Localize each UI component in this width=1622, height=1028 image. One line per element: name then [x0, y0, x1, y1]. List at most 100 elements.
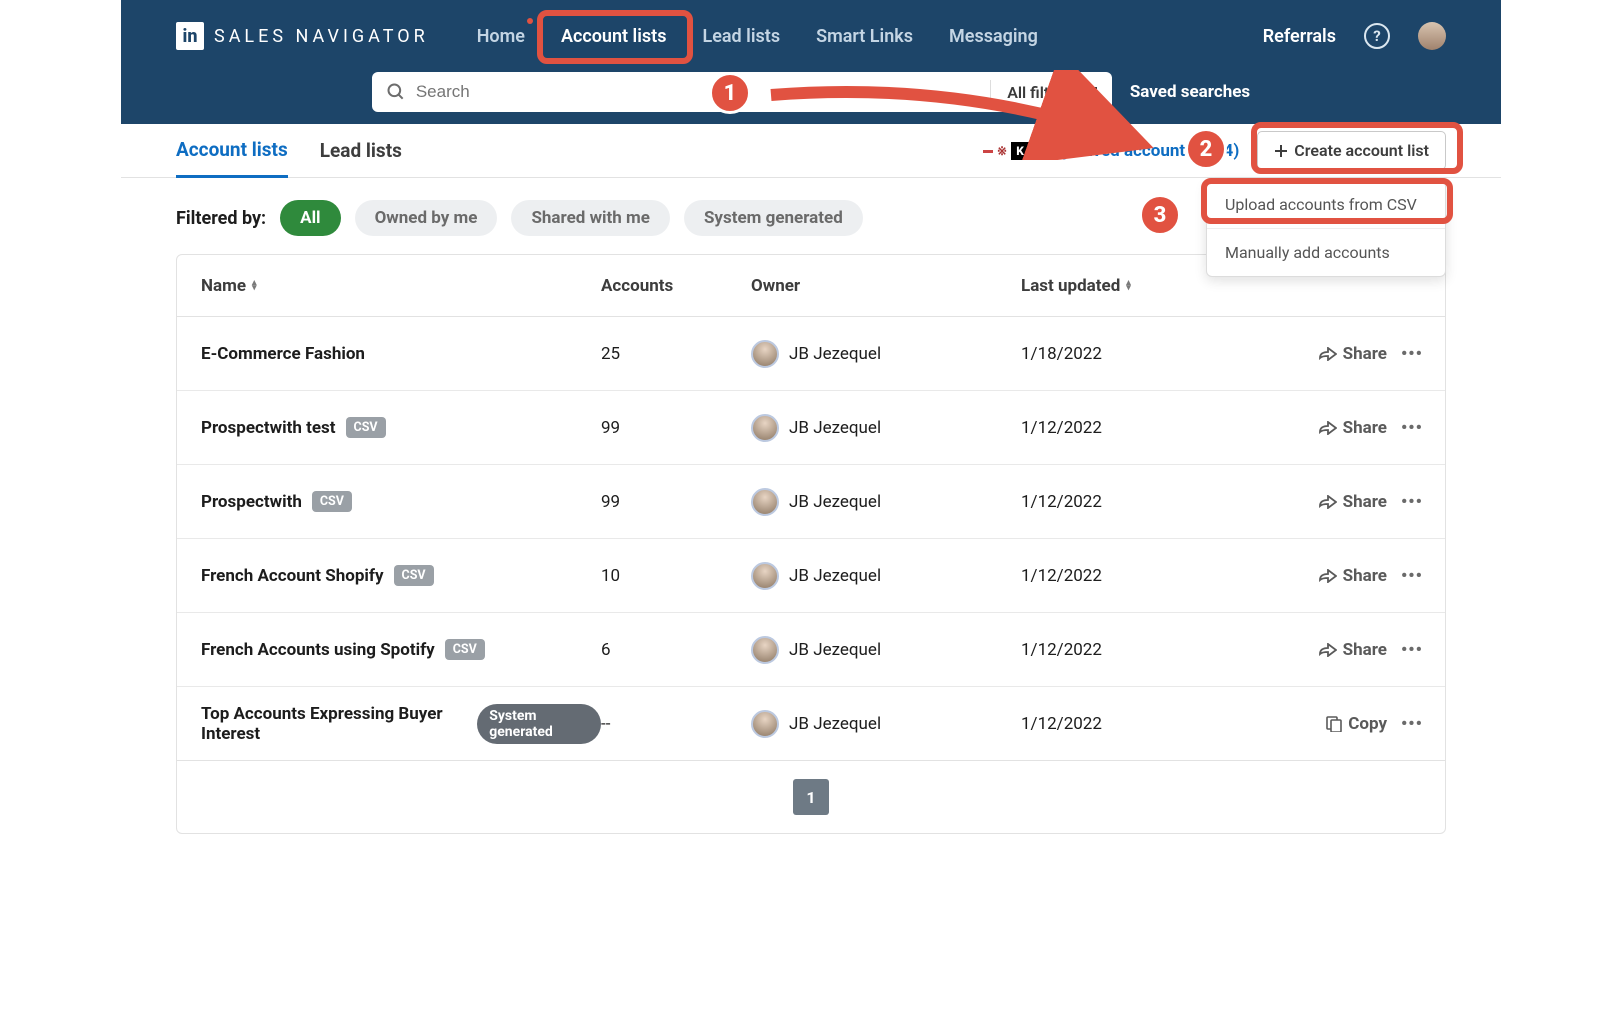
filter-chip-system[interactable]: System generated [684, 200, 863, 236]
logo-text: SALES NAVIGATOR [214, 26, 429, 47]
nav-home[interactable]: Home [459, 4, 543, 69]
owner-name: JB Jezequel [789, 566, 881, 586]
copy-button[interactable]: Copy [1326, 714, 1387, 734]
share-icon [1319, 569, 1337, 583]
csv-badge: CSV [346, 417, 386, 438]
filter-chip-shared[interactable]: Shared with me [511, 200, 670, 236]
owner-name: JB Jezequel [789, 344, 881, 364]
nav-lead-lists[interactable]: Lead lists [684, 4, 798, 69]
more-actions-button[interactable]: ••• [1401, 344, 1421, 364]
share-icon [1319, 347, 1337, 361]
list-name-cell[interactable]: ProspectwithCSV [201, 491, 601, 512]
page-1-button[interactable]: 1 [793, 779, 829, 815]
owner-name: JB Jezequel [789, 418, 881, 438]
all-filters-button[interactable]: All filters [990, 80, 1098, 104]
sort-icon: ▴▾ [252, 281, 257, 291]
dropdown-manual-add[interactable]: Manually add accounts [1207, 229, 1445, 276]
owner-name: JB Jezequel [789, 714, 881, 734]
accounts-count: 99 [601, 418, 751, 438]
col-name[interactable]: Name▴▾ [201, 276, 601, 296]
help-icon[interactable]: ? [1364, 23, 1390, 49]
table-row[interactable]: Prospectwith test CSV 99 JB Jezequel 1/12/20… [177, 391, 1445, 465]
col-last-updated[interactable]: Last updated▴▾ [1021, 276, 1251, 296]
actions-cell: Share ••• [1251, 344, 1421, 364]
primary-nav: Home Account lists Lead lists Smart Link… [459, 4, 1056, 69]
list-name: E-Commerce Fashion [201, 344, 365, 364]
list-name-cell[interactable]: Top Accounts Expressing Buyer InterestSy… [201, 704, 601, 744]
csv-badge: CSV [445, 639, 485, 660]
share-icon [1319, 421, 1337, 435]
owner-cell: JB Jezequel [751, 636, 1021, 664]
share-button[interactable]: Share [1319, 344, 1387, 364]
filter-chip-owned[interactable]: Owned by me [355, 200, 498, 236]
table-row[interactable]: French Account ShopifyCSV10 JB Jezequel 1/… [177, 539, 1445, 613]
create-account-list-button[interactable]: Create account list [1257, 131, 1446, 170]
share-button[interactable]: Share [1319, 566, 1387, 586]
share-button[interactable]: Share [1319, 492, 1387, 512]
dropdown-upload-csv[interactable]: Upload accounts from CSV [1207, 181, 1445, 229]
last-updated: 1/12/2022 [1021, 492, 1251, 512]
list-name-cell[interactable]: French Account ShopifyCSV [201, 565, 601, 586]
table-row[interactable]: French Accounts using SpotifyCSV6JB Jeze… [177, 613, 1445, 687]
nav-messaging[interactable]: Messaging [931, 4, 1056, 69]
filter-label: Filtered by: [176, 208, 266, 229]
filter-icon [1080, 85, 1098, 99]
accounts-count: 25 [601, 344, 751, 364]
search-icon [386, 82, 406, 102]
col-accounts: Accounts [601, 276, 751, 296]
actions-cell: Share ••• [1251, 418, 1421, 438]
sort-icon: ▴▾ [1126, 281, 1131, 291]
notification-dot-icon [527, 18, 533, 24]
list-name-cell[interactable]: E-Commerce Fashion [201, 344, 601, 364]
create-list-dropdown: Upload accounts from CSV Manually add ac… [1206, 180, 1446, 277]
list-name: Prospectwith test [201, 418, 336, 438]
owner-avatar [751, 488, 779, 516]
filter-chip-all[interactable]: All [280, 200, 340, 236]
account-thumbnails: ▬ ※ K [983, 142, 1029, 160]
list-name: French Accounts using Spotify [201, 640, 435, 660]
subtab-account-lists[interactable]: Account lists [176, 124, 288, 178]
search-input[interactable] [416, 82, 990, 102]
accounts-count: 10 [601, 566, 751, 586]
nav-referrals[interactable]: Referrals [1263, 26, 1336, 47]
brand-logo: in SALES NAVIGATOR [176, 22, 429, 50]
share-button[interactable]: Share [1319, 418, 1387, 438]
owner-name: JB Jezequel [789, 492, 881, 512]
owner-name: JB Jezequel [789, 640, 881, 660]
list-name-cell[interactable]: French Accounts using Spotify CSV [201, 639, 601, 660]
more-actions-button[interactable]: ••• [1401, 418, 1421, 438]
nav-smart-links[interactable]: Smart Links [798, 4, 931, 69]
owner-cell: JB Jezequel [751, 562, 1021, 590]
owner-cell: JB Jezequel [751, 414, 1021, 442]
subtab-lead-lists[interactable]: Lead lists [320, 125, 402, 176]
last-updated: 1/12/2022 [1021, 418, 1251, 438]
search-bar-row: All filters Saved searches [121, 72, 1501, 124]
nav-account-lists[interactable]: Account lists [543, 4, 685, 69]
table-row[interactable]: Top Accounts Expressing Buyer InterestSy… [177, 687, 1445, 761]
owner-cell: JB Jezequel [751, 488, 1021, 516]
more-actions-button[interactable]: ••• [1401, 640, 1421, 660]
share-icon [1319, 643, 1337, 657]
actions-cell: Share ••• [1251, 492, 1421, 512]
accounts-count: 99 [601, 492, 751, 512]
user-avatar[interactable] [1418, 22, 1446, 50]
annotation-badge-3: 3 [1139, 194, 1181, 236]
thumb-k-icon: K [1011, 142, 1029, 160]
table-row[interactable]: ProspectwithCSV99JB Jezequel1/12/2022Sha… [177, 465, 1445, 539]
table-row[interactable]: E-Commerce Fashion25JB Jezequel1/18/2022… [177, 317, 1445, 391]
subtabs-row: Account lists Lead lists ▬ ※ K My saved … [121, 124, 1501, 178]
more-actions-button[interactable]: ••• [1401, 714, 1421, 734]
more-actions-button[interactable]: ••• [1401, 566, 1421, 586]
share-button[interactable]: Share [1319, 640, 1387, 660]
actions-cell: Copy ••• [1251, 714, 1421, 734]
more-actions-button[interactable]: ••• [1401, 492, 1421, 512]
last-updated: 1/12/2022 [1021, 566, 1251, 586]
saved-searches-link[interactable]: Saved searches [1130, 82, 1250, 102]
annotation-badge-1: 1 [709, 72, 751, 114]
list-name-cell[interactable]: Prospectwith test CSV [201, 417, 601, 438]
logo-icon: in [176, 22, 204, 50]
pagination: 1 [177, 761, 1445, 833]
annotation-badge-2: 2 [1185, 128, 1227, 170]
last-updated: 1/12/2022 [1021, 714, 1251, 734]
owner-cell: JB Jezequel [751, 340, 1021, 368]
